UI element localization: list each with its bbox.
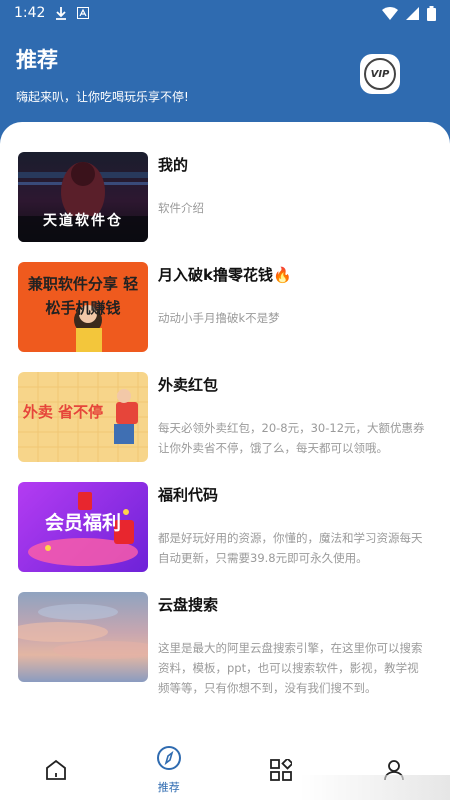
item-title: 外卖红包 — [158, 376, 219, 394]
list-item[interactable]: 外卖 省不停 外卖红包 每天必领外卖红包，20-8元，30-12元，大额优惠券让… — [0, 372, 450, 482]
page-title: 推荐 — [16, 48, 58, 72]
content-sheet: 天道软件仓 我的 软件介绍 兼职软件分享 轻松手机赚钱 月入破k撸零花钱🔥 动动… — [0, 122, 450, 800]
list-item[interactable]: 兼职软件分享 轻松手机赚钱 月入破k撸零花钱🔥 动动小手月撸破k不是梦 — [0, 262, 450, 372]
thumbnail-caption: 天道软件仓 — [43, 213, 123, 229]
nav-label-recommend: 推荐 — [157, 781, 180, 794]
item-thumbnail: 会员福利 — [18, 482, 148, 572]
list-item[interactable]: 天道软件仓 我的 软件介绍 — [0, 152, 450, 262]
status-time: 1:42 — [14, 5, 46, 21]
vip-badge-icon: VIP — [364, 58, 396, 90]
nav-recommend[interactable]: 推荐 — [113, 735, 226, 800]
wifi-icon — [382, 6, 398, 20]
item-thumbnail: 天道软件仓 — [18, 152, 148, 242]
item-description: 每天必领外卖红包，20-8元，30-12元，大额优惠券让你外卖省不停，饿了么，每… — [158, 421, 425, 455]
item-thumbnail — [18, 592, 148, 682]
a-notification-icon — [77, 7, 90, 19]
compass-icon — [156, 745, 182, 775]
item-description: 动动小手月撸破k不是梦 — [158, 311, 280, 325]
vip-button[interactable]: VIP — [360, 54, 400, 94]
item-description: 软件介绍 — [158, 201, 204, 215]
item-title: 我的 — [158, 156, 189, 174]
item-thumbnail: 兼职软件分享 轻松手机赚钱 — [18, 262, 148, 352]
signal-icon — [406, 6, 419, 20]
page-subtitle: 嗨起来叭，让你吃喝玩乐享不停! — [16, 90, 189, 104]
item-title: 月入破k撸零花钱🔥 — [158, 266, 292, 284]
nav-edge-shadow — [300, 775, 450, 800]
download-icon — [55, 6, 67, 20]
battery-icon — [427, 5, 436, 21]
thumbnail-caption: 会员福利 — [44, 512, 121, 534]
header: 推荐 嗨起来叭，让你吃喝玩乐享不停! VIP — [0, 26, 450, 136]
status-bar: 1:42 — [0, 0, 450, 26]
item-description: 这里是最大的阿里云盘搜索引擎，在这里你可以搜索资料，模板，ppt，也可以搜索软件… — [158, 641, 423, 695]
item-title: 云盘搜索 — [158, 596, 219, 614]
item-thumbnail: 外卖 省不停 — [18, 372, 148, 462]
thumbnail-caption: 兼职软件分享 轻松手机赚钱 — [27, 275, 139, 317]
thumbnail-caption: 外卖 省不停 — [22, 403, 104, 421]
list-item[interactable]: 会员福利 福利代码 都是好玩好用的资源，你懂的，魔法和学习资源每天自动更新，只需… — [0, 482, 450, 592]
home-icon — [45, 759, 67, 785]
item-list: 天道软件仓 我的 软件介绍 兼职软件分享 轻松手机赚钱 月入破k撸零花钱🔥 动动… — [0, 152, 450, 702]
list-item[interactable]: 云盘搜索 这里是最大的阿里云盘搜索引擎，在这里你可以搜索资料，模板，ppt，也可… — [0, 592, 450, 702]
nav-home[interactable] — [0, 735, 113, 800]
item-description: 都是好玩好用的资源，你懂的，魔法和学习资源每天自动更新，只需要39.8元即可永久… — [158, 531, 423, 565]
item-title: 福利代码 — [158, 486, 219, 504]
apps-grid-icon — [270, 757, 294, 785]
